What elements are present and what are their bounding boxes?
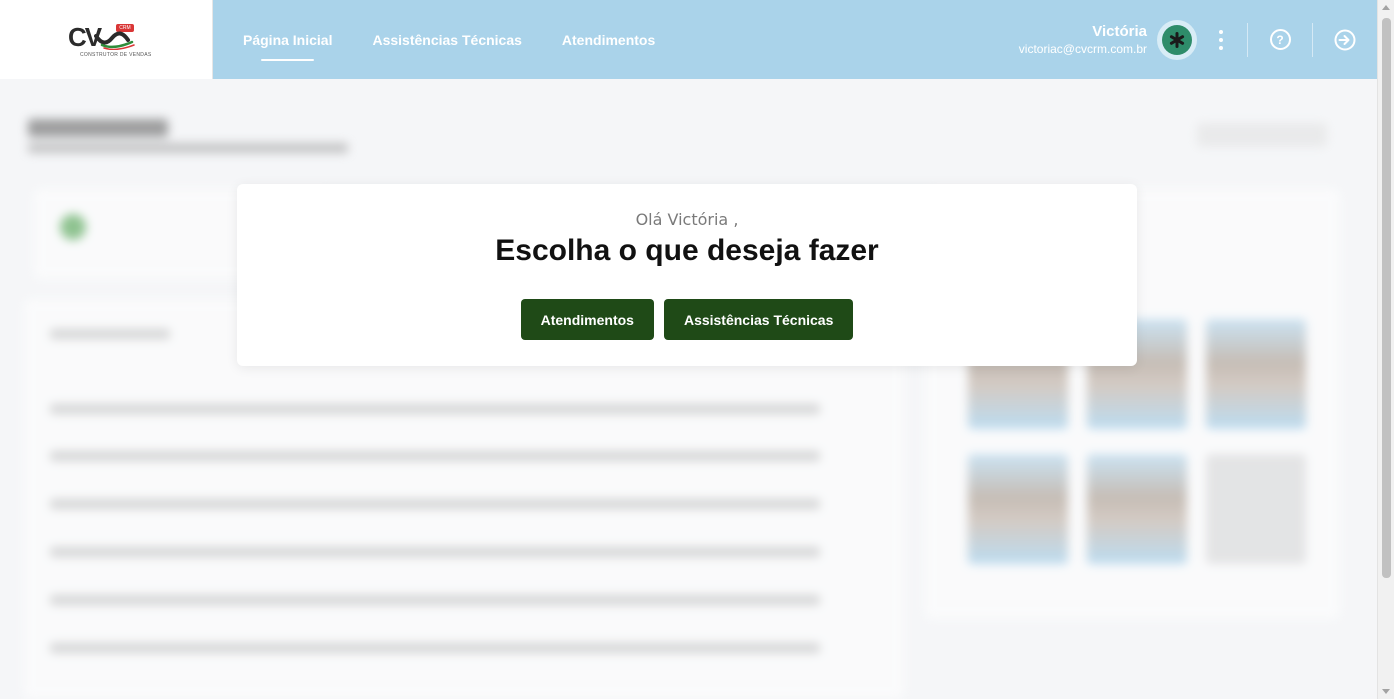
main-nav: Página Inicial Assistências Técnicas Ate…	[243, 0, 695, 79]
bg-image-tile	[1206, 454, 1306, 564]
logo-container[interactable]: CV CRM CONSTRUTOR DE VENDAS	[0, 0, 213, 79]
more-options-icon[interactable]	[1209, 20, 1233, 60]
bg-status-dot	[60, 214, 86, 240]
bg-page-title	[28, 119, 168, 137]
user-name: Victória	[1092, 22, 1147, 40]
asterisk-icon	[1162, 24, 1192, 55]
bg-action-button	[1197, 123, 1327, 147]
nav-item-atendimentos[interactable]: Atendimentos	[562, 0, 655, 79]
bg-table-row	[50, 499, 820, 509]
user-block: Victória victoriac@cvcrm.com.br ?	[1019, 0, 1377, 79]
bg-page-subtitle	[28, 143, 348, 153]
bg-table-heading	[50, 329, 170, 339]
atendimentos-button[interactable]: Atendimentos	[520, 299, 654, 340]
user-email: victoriac@cvcrm.com.br	[1018, 41, 1147, 56]
nav-item-pagina-inicial[interactable]: Página Inicial	[243, 0, 332, 79]
top-header: CV CRM CONSTRUTOR DE VENDAS Página Inici…	[0, 0, 1377, 79]
logo-wave-icon	[94, 31, 135, 50]
bg-image-tile	[1206, 319, 1306, 429]
choice-dialog: Olá Victória , Escolha o que deseja faze…	[237, 184, 1137, 366]
blurred-background	[0, 79, 1377, 699]
dialog-title: Escolha o que deseja fazer	[495, 234, 879, 267]
assistencias-tecnicas-button[interactable]: Assistências Técnicas	[663, 299, 854, 340]
bg-table-row	[50, 404, 820, 414]
bg-image-tile	[1087, 454, 1187, 564]
scroll-down-icon[interactable]	[1382, 689, 1390, 694]
bg-image-tile	[968, 454, 1068, 564]
page-scrollbar[interactable]	[1377, 0, 1394, 699]
scroll-up-icon[interactable]	[1382, 5, 1390, 10]
bg-table-row	[50, 643, 820, 653]
dialog-actions: Atendimentos Assistências Técnicas	[237, 299, 1137, 340]
bg-table-row	[50, 595, 820, 605]
bg-table-row	[50, 547, 820, 557]
logo-tagline: CONSTRUTOR DE VENDAS	[80, 51, 152, 58]
logout-button[interactable]	[1313, 0, 1377, 79]
avatar[interactable]	[1157, 19, 1197, 60]
user-info[interactable]: Victória victoriac@cvcrm.com.br	[1019, 23, 1147, 57]
nav-item-assistencias-tecnicas[interactable]: Assistências Técnicas	[372, 0, 521, 79]
help-button[interactable]: ?	[1248, 0, 1312, 79]
logout-icon	[1334, 29, 1356, 50]
bg-table-row	[50, 451, 820, 461]
question-circle-icon: ?	[1269, 29, 1291, 50]
dialog-greeting: Olá Victória ,	[635, 210, 739, 229]
cv-crm-logo: CV CRM CONSTRUTOR DE VENDAS	[66, 20, 151, 60]
scroll-thumb[interactable]	[1382, 18, 1391, 578]
